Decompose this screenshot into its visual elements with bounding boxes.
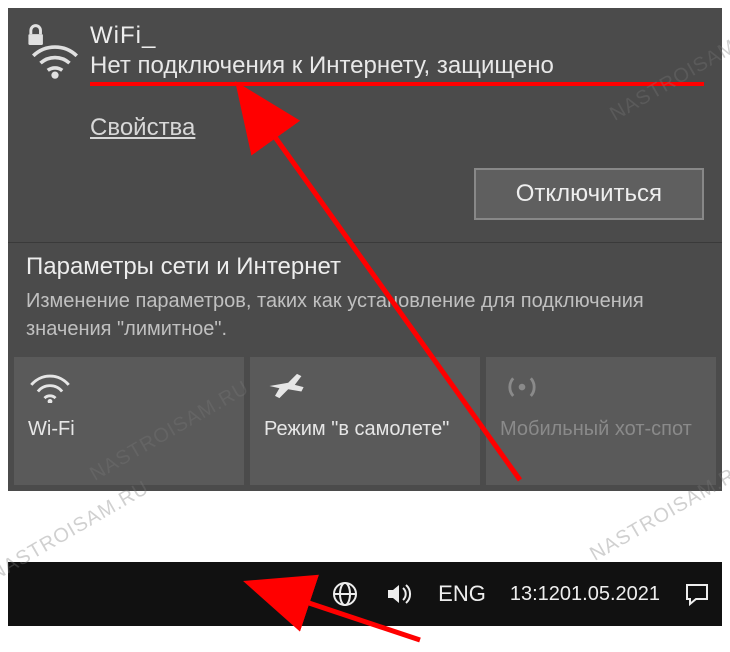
wifi-secured-icon: [26, 22, 84, 80]
volume-icon[interactable]: [372, 562, 426, 626]
tile-wifi[interactable]: Wi-Fi: [14, 357, 244, 485]
settings-description: Изменение параметров, таких как установл…: [26, 287, 704, 343]
tile-hotspot[interactable]: Мобильный хот-спот: [486, 357, 716, 485]
language-indicator[interactable]: ENG: [426, 562, 498, 626]
disconnect-row: Отключиться: [8, 148, 722, 242]
network-globe-icon[interactable]: [318, 562, 372, 626]
network-status: Нет подключения к Интернету, защищено: [90, 52, 704, 86]
network-ssid: WiFi_: [90, 22, 704, 50]
network-flyout: WiFi_ Нет подключения к Интернету, защищ…: [8, 8, 722, 491]
clock-time: 13:12: [510, 583, 560, 605]
disconnect-button[interactable]: Отключиться: [474, 168, 704, 220]
tile-airplane[interactable]: Режим "в самолете": [250, 357, 480, 485]
clock-date: 01.05.2021: [560, 583, 660, 605]
tile-wifi-label: Wi-Fi: [28, 417, 230, 441]
tile-hotspot-label: Мобильный хот-спот: [500, 417, 702, 441]
tile-airplane-label: Режим "в самолете": [264, 417, 466, 441]
properties-link[interactable]: Свойства: [90, 114, 195, 142]
settings-title: Параметры сети и Интернет: [26, 253, 704, 281]
hotspot-icon: [500, 369, 702, 407]
network-info: WiFi_ Нет подключения к Интернету, защищ…: [90, 22, 704, 142]
network-settings-block[interactable]: Параметры сети и Интернет Изменение пара…: [8, 242, 722, 357]
wifi-icon: [28, 369, 230, 407]
current-network-row: WiFi_ Нет подключения к Интернету, защищ…: [8, 8, 722, 148]
clock[interactable]: 13:12 01.05.2021: [498, 562, 672, 626]
taskbar: ENG 13:12 01.05.2021: [8, 562, 722, 626]
quick-tiles: Wi-Fi Режим "в самолете" Мобильный: [8, 357, 722, 491]
action-center-icon[interactable]: [672, 562, 722, 626]
airplane-icon: [264, 369, 466, 407]
tray-overflow-chevron[interactable]: [274, 562, 318, 626]
